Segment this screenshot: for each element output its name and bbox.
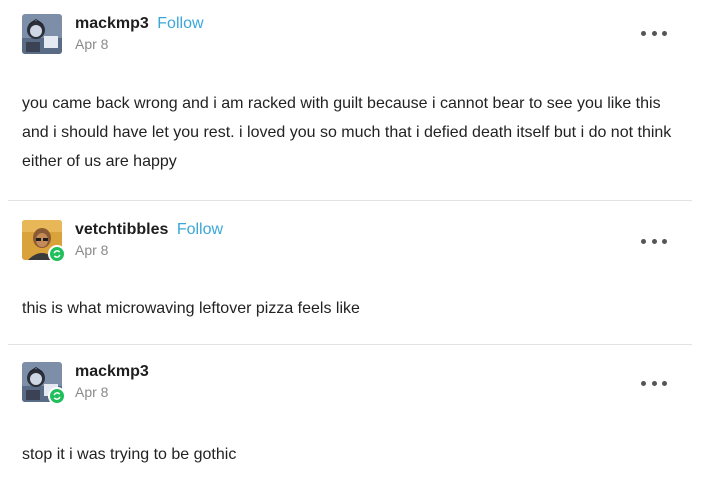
ellipsis-horizontal-icon [651,30,657,36]
post-header: mackmp3 Apr 8 [75,362,149,401]
refresh-icon [53,250,61,258]
more-options-button[interactable] [641,236,667,246]
name-line: vetchtibbles Follow [75,220,223,240]
reblog-post-mackmp3-2: mackmp3 Apr 8 stop it i was trying to be… [0,345,702,497]
post-header: mackmp3 Follow Apr 8 [75,14,204,53]
reblog-post-mackmp3-1: mackmp3 Follow Apr 8 you came back wrong… [0,0,702,200]
ellipsis-horizontal-icon [651,380,657,386]
follow-button[interactable]: Follow [157,15,203,32]
username-link[interactable]: mackmp3 [75,15,149,32]
post-date: Apr 8 [75,384,109,400]
refresh-icon [53,392,61,400]
post-body-text: this is what microwaving leftover pizza … [22,300,360,317]
avatar-mackmp3[interactable] [22,362,66,405]
post-date: Apr 8 [75,242,109,258]
ellipsis-horizontal-icon [641,380,646,386]
online-status-icon [48,387,66,405]
name-line: mackmp3 Follow [75,14,204,34]
avatar-image [22,14,62,54]
username-link[interactable]: mackmp3 [75,363,149,380]
more-options-button[interactable] [641,28,667,38]
ellipsis-horizontal-icon [641,30,646,36]
reblog-thread: mackmp3 Follow Apr 8 you came back wrong… [0,0,702,497]
name-line: mackmp3 [75,362,149,382]
post-body-text: you came back wrong and i am racked with… [22,95,672,170]
ellipsis-horizontal-icon [662,30,667,36]
ellipsis-horizontal-icon [662,238,667,244]
online-status-icon [48,245,66,263]
post-body-text: stop it i was trying to be gothic [22,446,237,463]
ellipsis-horizontal-icon [662,380,667,386]
ellipsis-horizontal-icon [641,238,646,244]
follow-button[interactable]: Follow [177,221,223,238]
avatar-vetchtibbles[interactable] [22,220,66,263]
more-options-button[interactable] [641,378,667,388]
avatar-mackmp3[interactable] [22,14,62,54]
ellipsis-horizontal-icon [651,238,657,244]
post-date: Apr 8 [75,36,109,52]
username-link[interactable]: vetchtibbles [75,221,168,238]
reblog-post-vetchtibbles: vetchtibbles Follow Apr 8 this is what m… [0,201,702,344]
post-header: vetchtibbles Follow Apr 8 [75,220,223,259]
